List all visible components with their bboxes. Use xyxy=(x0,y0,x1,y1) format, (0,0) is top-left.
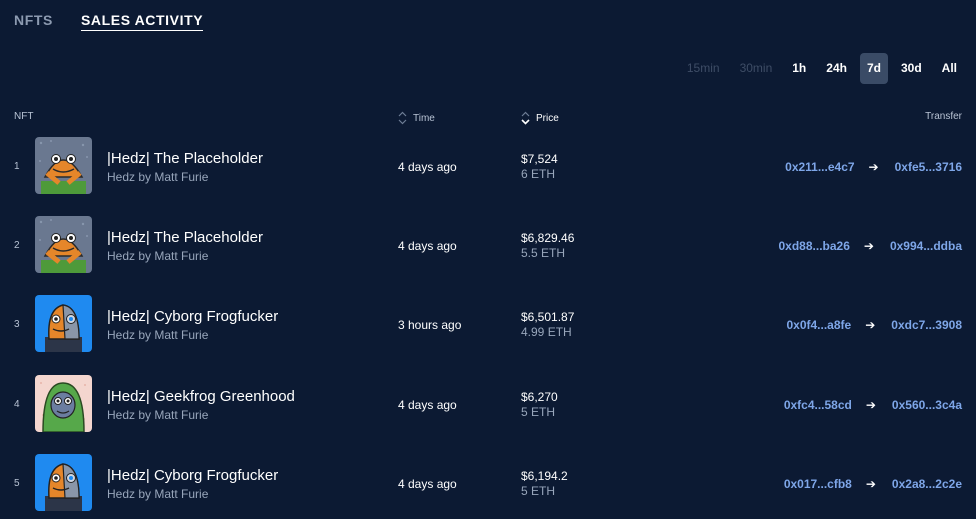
from-address-link[interactable]: 0x017...cfb8 xyxy=(784,477,852,491)
price-usd: $6,270 xyxy=(521,389,558,404)
tab-nfts[interactable]: NFTS xyxy=(14,12,53,31)
table-row[interactable]: 2 |Hedz| The Placeholder Hedz by Matt Fu… xyxy=(0,216,976,282)
table-row[interactable]: 3 |Hedz| Cyborg Frogfucker Hedz by Matt … xyxy=(0,295,976,361)
nft-thumbnail[interactable] xyxy=(35,216,92,274)
tab-sales-activity[interactable]: SALES ACTIVITY xyxy=(80,12,204,31)
sort-price-button[interactable]: Price xyxy=(521,111,559,125)
table-row[interactable]: 4 |Hedz| Geekfrog Greenhood Hedz by Matt… xyxy=(0,374,976,441)
transfer-cell: 0x0f4...a8fe ➔ 0xdc7...3908 xyxy=(786,318,962,332)
price-usd: $6,501.87 xyxy=(521,310,575,325)
nft-thumbnail[interactable] xyxy=(35,453,92,511)
nft-name[interactable]: |Hedz| The Placeholder xyxy=(107,150,263,167)
to-address-link[interactable]: 0xfe5...3716 xyxy=(895,160,962,174)
sort-descending-icon xyxy=(521,111,530,125)
column-header-price: Price xyxy=(536,112,559,124)
transfer-cell: 0xd88...ba26 ➔ 0x994...ddba xyxy=(779,239,963,253)
nft-art-image xyxy=(35,453,92,511)
table-header: NFT Time Price Transfer xyxy=(0,108,976,128)
collection-name: Hedz by Matt Furie xyxy=(107,328,209,343)
nft-name[interactable]: |Hedz| Cyborg Frogfucker xyxy=(107,308,278,325)
arrow-right-icon: ➔ xyxy=(868,160,879,174)
timeframe-all[interactable]: All xyxy=(935,53,964,84)
table-row[interactable]: 5 |Hedz| Cyborg Frogfucker Hedz by Matt … xyxy=(0,453,976,519)
sale-time: 4 days ago xyxy=(398,397,457,412)
to-address-link[interactable]: 0xdc7...3908 xyxy=(891,318,962,332)
price-usd: $7,524 xyxy=(521,152,558,166)
row-rank: 4 xyxy=(14,398,20,410)
nft-name[interactable]: |Hedz| The Placeholder xyxy=(107,229,263,246)
nft-thumbnail[interactable] xyxy=(35,374,92,432)
price-eth: 6 ETH xyxy=(521,167,556,181)
timeframe-7d[interactable]: 7d xyxy=(859,53,888,84)
row-rank: 5 xyxy=(14,477,20,489)
collection-name: Hedz by Matt Furie xyxy=(107,486,209,501)
timeframe-30d[interactable]: 30d xyxy=(894,53,929,84)
arrow-right-icon: ➔ xyxy=(865,476,876,491)
nft-thumbnail[interactable] xyxy=(35,137,92,194)
row-rank: 1 xyxy=(14,161,20,172)
collection-name: Hedz by Matt Furie xyxy=(107,407,209,422)
table-row[interactable]: 1 |Hedz| The Placeholder Hedz by Matt Fu… xyxy=(0,137,976,203)
row-rank: 3 xyxy=(14,319,20,331)
timeframe-30min: 30min xyxy=(739,61,773,75)
sale-time: 4 days ago xyxy=(398,239,457,254)
from-address-link[interactable]: 0x0f4...a8fe xyxy=(786,318,851,332)
arrow-right-icon: ➔ xyxy=(863,239,874,254)
nft-thumbnail[interactable] xyxy=(35,295,92,353)
nft-art-image xyxy=(35,137,92,194)
timeframe-24h[interactable]: 24h xyxy=(819,53,854,84)
nft-art-image xyxy=(35,374,92,432)
column-header-nft: NFT xyxy=(14,111,34,122)
price-eth: 4.99 ETH xyxy=(521,325,572,340)
collection-name: Hedz by Matt Furie xyxy=(107,170,209,184)
price-usd: $6,829.46 xyxy=(521,231,575,246)
row-rank: 2 xyxy=(14,240,20,252)
arrow-right-icon: ➔ xyxy=(865,397,876,412)
sale-time: 3 hours ago xyxy=(398,318,462,333)
from-address-link[interactable]: 0xfc4...58cd xyxy=(784,398,852,412)
transfer-cell: 0xfc4...58cd ➔ 0x560...3c4a xyxy=(784,398,962,412)
column-header-transfer: Transfer xyxy=(925,111,962,122)
price-eth: 5.5 ETH xyxy=(521,246,566,261)
timeframe-15min: 15min xyxy=(686,61,720,75)
price-eth: 5 ETH xyxy=(521,483,556,498)
sort-time-button[interactable]: Time xyxy=(398,111,435,125)
sale-time: 4 days ago xyxy=(398,160,457,174)
sale-time: 4 days ago xyxy=(398,476,457,491)
nft-name[interactable]: |Hedz| Cyborg Frogfucker xyxy=(107,467,278,484)
to-address-link[interactable]: 0x994...ddba xyxy=(890,239,962,253)
nft-art-image xyxy=(35,216,92,274)
collection-name: Hedz by Matt Furie xyxy=(107,249,209,264)
transfer-cell: 0x211...e4c7 ➔ 0xfe5...3716 xyxy=(785,160,962,174)
from-address-link[interactable]: 0x211...e4c7 xyxy=(785,160,854,174)
column-header-time: Time xyxy=(413,112,435,124)
nft-art-image xyxy=(35,295,92,353)
price-usd: $6,194.2 xyxy=(521,468,568,483)
transfer-cell: 0x017...cfb8 ➔ 0x2a8...2c2e xyxy=(784,477,962,491)
from-address-link[interactable]: 0xd88...ba26 xyxy=(779,239,850,253)
to-address-link[interactable]: 0x2a8...2c2e xyxy=(892,477,962,491)
tab-bar: NFTS SALES ACTIVITY xyxy=(14,12,204,31)
timeframe-1h[interactable]: 1h xyxy=(785,53,813,84)
arrow-right-icon: ➔ xyxy=(865,318,876,333)
nft-name[interactable]: |Hedz| Geekfrog Greenhood xyxy=(107,388,295,405)
timeframe-selector: 15min 30min 1h 24h 7d 30d All xyxy=(680,53,964,84)
price-eth: 5 ETH xyxy=(521,404,556,419)
to-address-link[interactable]: 0x560...3c4a xyxy=(892,398,962,412)
sort-neutral-icon xyxy=(398,111,407,125)
